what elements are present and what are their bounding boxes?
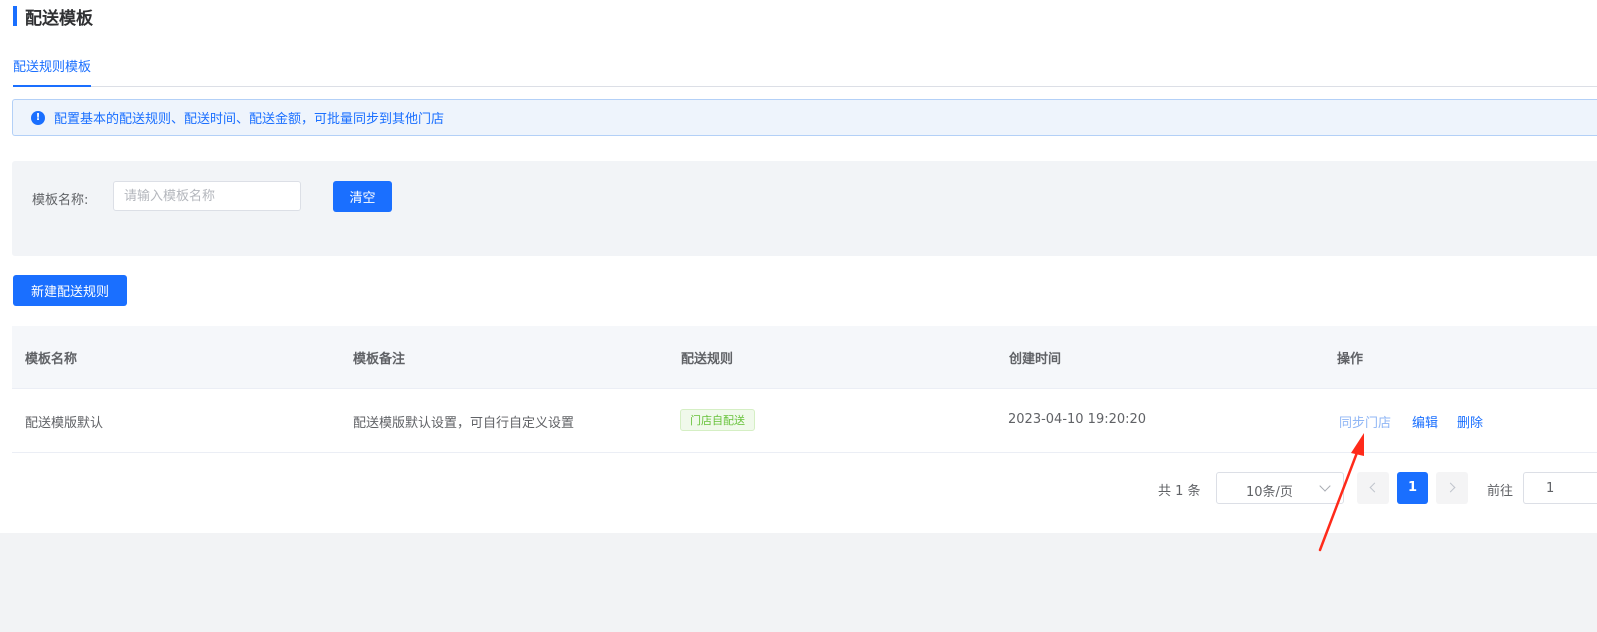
page-content: 配送模板 配送规则模板 ! 配置基本的配送规则、配送时间、配送金额，可批量同步到… xyxy=(0,0,1597,533)
sync-store-link[interactable]: 同步门店 xyxy=(1339,412,1391,431)
clear-button[interactable]: 清空 xyxy=(333,181,392,212)
filter-panel: 模板名称: 清空 xyxy=(12,161,1597,256)
title-accent-bar xyxy=(13,6,17,26)
page-title: 配送模板 xyxy=(13,4,93,29)
goto-page-input[interactable] xyxy=(1523,472,1597,504)
edit-link[interactable]: 编辑 xyxy=(1412,412,1438,431)
template-table: 模板名称 模板备注 配送规则 创建时间 操作 配送模版默认 配送模版默认设置，可… xyxy=(12,326,1597,453)
column-header-template-name: 模板名称 xyxy=(25,352,78,367)
table-header: 模板名称 模板备注 配送规则 创建时间 操作 xyxy=(12,326,1597,389)
chevron-left-icon xyxy=(1369,482,1380,493)
template-name-label: 模板名称: xyxy=(32,193,89,208)
info-icon: ! xyxy=(31,110,45,125)
pagination: 共 1 条 10条/页 1 前往 xyxy=(0,472,1597,504)
delete-link[interactable]: 删除 xyxy=(1457,412,1483,431)
pagination-total: 共 1 条 xyxy=(1158,484,1201,499)
tab-delivery-rule-template[interactable]: 配送规则模板 xyxy=(13,56,92,87)
delivery-rule-tag: 门店自配送 xyxy=(680,409,755,431)
cell-template-name: 配送模版默认 xyxy=(25,416,104,431)
table-row: 配送模版默认 配送模版默认设置，可自行自定义设置 门店自配送 2023-04-1… xyxy=(12,389,1597,453)
tab-bar: 配送规则模板 xyxy=(13,52,1597,87)
notice-text: 配置基本的配送规则、配送时间、配送金额，可批量同步到其他门店 xyxy=(54,112,445,127)
cell-created-at: 2023-04-10 19:20:20 xyxy=(1008,412,1147,427)
page-number-current[interactable]: 1 xyxy=(1397,472,1428,504)
column-header-delivery-rule: 配送规则 xyxy=(681,352,734,367)
cell-template-remark: 配送模版默认设置，可自行自定义设置 xyxy=(353,416,575,431)
create-delivery-rule-button[interactable]: 新建配送规则 xyxy=(13,275,127,306)
page-title-text: 配送模板 xyxy=(25,8,93,29)
goto-label: 前往 xyxy=(1487,484,1514,499)
page-size-value: 10条/页 xyxy=(1246,485,1293,500)
column-header-created-at: 创建时间 xyxy=(1009,352,1062,367)
chevron-right-icon xyxy=(1445,482,1456,493)
chevron-down-icon xyxy=(1319,480,1331,492)
info-notice: ! 配置基本的配送规则、配送时间、配送金额，可批量同步到其他门店 xyxy=(12,99,1597,136)
prev-page-button[interactable] xyxy=(1357,472,1389,504)
column-header-actions: 操作 xyxy=(1337,352,1364,367)
column-header-template-remark: 模板备注 xyxy=(353,352,406,367)
next-page-button[interactable] xyxy=(1436,472,1468,504)
template-name-input[interactable] xyxy=(113,181,301,211)
page-size-select[interactable]: 10条/页 xyxy=(1216,472,1344,504)
